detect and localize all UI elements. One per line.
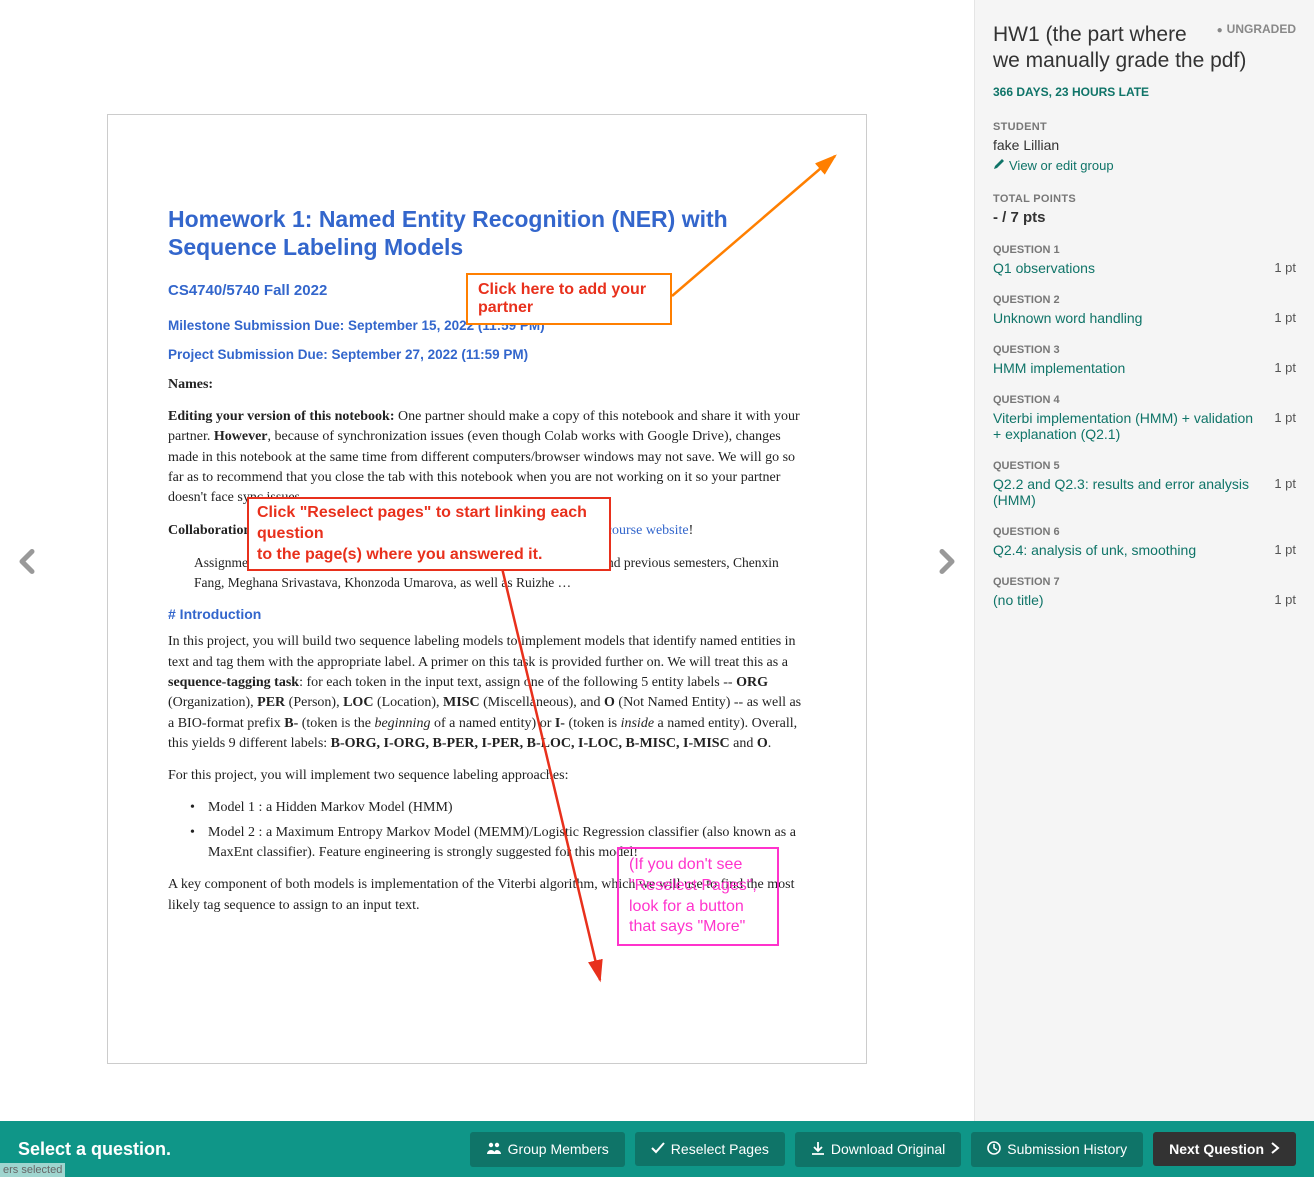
- course-website-link[interactable]: course website: [606, 523, 689, 538]
- doc-models-list: Model 1 : a Hidden Markov Model (HMM) Mo…: [208, 798, 806, 863]
- doc-names-label: Names:: [168, 375, 806, 395]
- question-block: QUESTION 7 (no title) 1 pt: [993, 576, 1296, 608]
- ungraded-badge: UNGRADED: [1217, 22, 1296, 36]
- question-block: QUESTION 1 Q1 observations 1 pt: [993, 244, 1296, 276]
- prev-page-arrow[interactable]: [18, 547, 36, 582]
- question-title-link[interactable]: Viterbi implementation (HMM) + validatio…: [993, 410, 1264, 442]
- total-points: - / 7 pts: [993, 209, 1296, 226]
- users-icon: [486, 1141, 502, 1158]
- submission-history-label: Submission History: [1007, 1141, 1127, 1157]
- grading-sidebar: UNGRADED HW1 (the part where we manually…: [974, 0, 1314, 1177]
- question-block: QUESTION 4 Viterbi implementation (HMM) …: [993, 394, 1296, 442]
- doc-title: Homework 1: Named Entity Recognition (NE…: [168, 205, 806, 263]
- question-label: QUESTION 1: [993, 244, 1296, 256]
- question-title-link[interactable]: Unknown word handling: [993, 310, 1264, 326]
- question-points: 1 pt: [1274, 410, 1296, 425]
- question-title-link[interactable]: Q1 observations: [993, 260, 1264, 276]
- doc-editing-paragraph: Editing your version of this notebook: O…: [168, 407, 806, 508]
- doc-course: CS4740/5740 Fall 2022: [168, 280, 806, 302]
- question-block: QUESTION 3 HMM implementation 1 pt: [993, 344, 1296, 376]
- question-points: 1 pt: [1274, 260, 1296, 275]
- question-label: QUESTION 5: [993, 460, 1296, 472]
- question-title-link[interactable]: Q2.2 and Q2.3: results and error analysi…: [993, 476, 1264, 508]
- question-block: QUESTION 6 Q2.4: analysis of unk, smooth…: [993, 526, 1296, 558]
- pencil-icon: [993, 158, 1005, 173]
- question-points: 1 pt: [1274, 542, 1296, 557]
- reselect-pages-button[interactable]: Reselect Pages: [635, 1132, 785, 1166]
- group-members-button[interactable]: Group Members: [470, 1132, 625, 1167]
- doc-collab-paragraph: Collaboration policy: please be sure to …: [168, 521, 806, 541]
- question-label: QUESTION 3: [993, 344, 1296, 356]
- document-viewer-area: Homework 1: Named Entity Recognition (NE…: [0, 0, 974, 1177]
- late-badge: 366 DAYS, 23 HOURS LATE: [993, 85, 1296, 99]
- question-title-link[interactable]: Q2.4: analysis of unk, smoothing: [993, 542, 1264, 558]
- download-icon: [811, 1141, 825, 1158]
- group-link-label: View or edit group: [1009, 158, 1114, 173]
- next-question-label: Next Question: [1169, 1141, 1264, 1157]
- question-points: 1 pt: [1274, 310, 1296, 325]
- download-original-button[interactable]: Download Original: [795, 1132, 961, 1167]
- document-page: Homework 1: Named Entity Recognition (NE…: [107, 114, 867, 1064]
- doc-models-intro: For this project, you will implement two…: [168, 766, 806, 786]
- group-members-label: Group Members: [508, 1141, 609, 1157]
- download-original-label: Download Original: [831, 1141, 945, 1157]
- doc-intro-paragraph: In this project, you will build two sequ…: [168, 632, 806, 754]
- clock-icon: [987, 1141, 1001, 1158]
- question-points: 1 pt: [1274, 360, 1296, 375]
- next-question-button[interactable]: Next Question: [1153, 1132, 1296, 1166]
- next-page-arrow[interactable]: [938, 547, 956, 582]
- doc-key-paragraph: A key component of both models is implem…: [168, 875, 806, 916]
- selection-footer-hint: ers selected: [0, 1163, 65, 1177]
- question-label: QUESTION 4: [993, 394, 1296, 406]
- doc-authors: Assignment authors & testers: CS 4740/57…: [194, 553, 806, 592]
- document-viewport: Homework 1: Named Entity Recognition (NE…: [0, 0, 974, 1177]
- question-points: 1 pt: [1274, 476, 1296, 491]
- student-name: fake Lillian: [993, 137, 1296, 153]
- view-edit-group-link[interactable]: View or edit group: [993, 158, 1114, 173]
- doc-due1: Milestone Submission Due: September 15, …: [168, 316, 806, 336]
- submission-history-button[interactable]: Submission History: [971, 1132, 1143, 1167]
- list-item: Model 1 : a Hidden Markov Model (HMM): [208, 798, 806, 818]
- chevron-right-icon: [1270, 1141, 1280, 1157]
- check-icon: [651, 1141, 665, 1157]
- question-label: QUESTION 7: [993, 576, 1296, 588]
- question-title-link[interactable]: (no title): [993, 592, 1264, 608]
- question-block: QUESTION 2 Unknown word handling 1 pt: [993, 294, 1296, 326]
- question-title-link[interactable]: HMM implementation: [993, 360, 1264, 376]
- reselect-pages-label: Reselect Pages: [671, 1141, 769, 1157]
- question-label: QUESTION 6: [993, 526, 1296, 538]
- question-label: QUESTION 2: [993, 294, 1296, 306]
- list-item: Model 2 : a Maximum Entropy Markov Model…: [208, 823, 806, 864]
- bottom-action-bar: Select a question. Group Members Reselec…: [0, 1121, 1314, 1177]
- select-question-prompt: Select a question.: [18, 1139, 460, 1160]
- question-block: QUESTION 5 Q2.2 and Q2.3: results and er…: [993, 460, 1296, 508]
- student-label: STUDENT: [993, 121, 1296, 133]
- doc-intro-heading: # Introduction: [168, 604, 806, 624]
- doc-due2: Project Submission Due: September 27, 20…: [168, 345, 806, 365]
- points-label: TOTAL POINTS: [993, 193, 1296, 205]
- question-points: 1 pt: [1274, 592, 1296, 607]
